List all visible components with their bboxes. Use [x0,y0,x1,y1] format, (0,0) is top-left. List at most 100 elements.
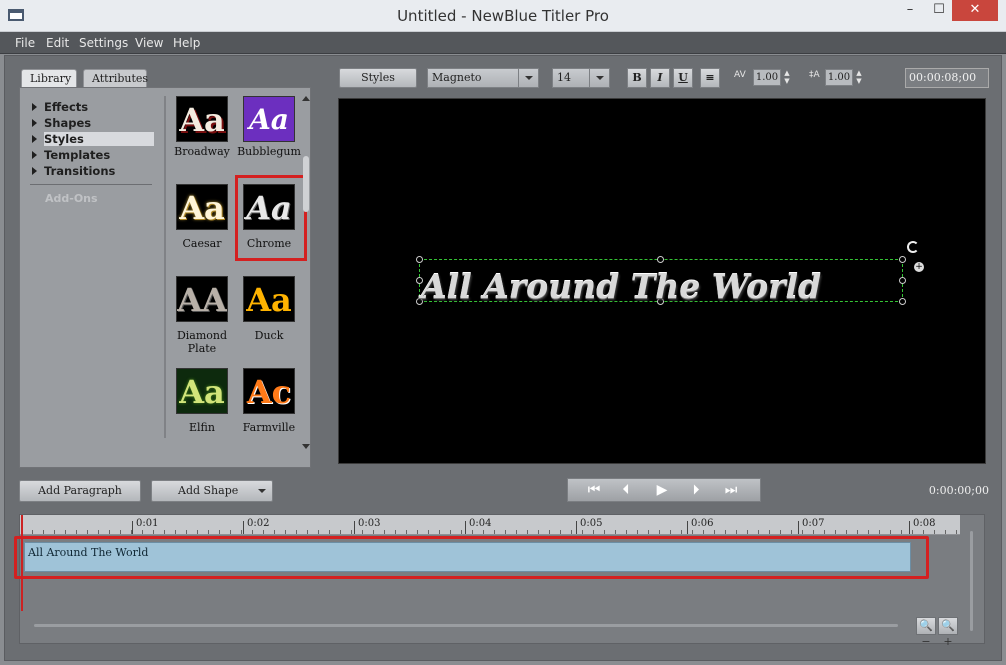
scroll-thumb[interactable] [303,156,309,212]
maximize-button[interactable]: ☐ [926,0,952,21]
timeline-hscrollbar[interactable] [34,624,898,627]
ruler-minor-tick [186,530,187,534]
font-dropdown[interactable]: Magneto [427,68,539,88]
ruler-minor-tick [835,530,836,534]
menu-settings[interactable]: Settings [79,36,128,50]
ruler-minor-tick [593,530,594,534]
ruler-minor-tick [406,530,407,534]
menu-file[interactable]: File [15,36,35,50]
tab-library[interactable]: Library [21,69,77,88]
menu-edit[interactable]: Edit [46,36,69,50]
font-size-dropdown[interactable]: 14 [552,68,610,88]
style-label-duck: Duck [254,329,284,342]
chevron-down-icon[interactable] [518,69,538,87]
ruler-minor-tick [516,530,517,534]
resize-handle[interactable] [899,256,906,263]
tree-item-styles[interactable]: Styles [30,132,160,148]
resize-handle[interactable] [416,256,423,263]
addons-label: Add-Ons [45,192,98,205]
library-scrollbar[interactable] [302,96,310,452]
ruler-minor-tick [362,530,363,534]
ruler-minor-tick [725,530,726,534]
leading-icon: ‡A [809,70,820,80]
move-icon[interactable]: + [914,262,924,272]
timeline-vscrollbar[interactable] [970,531,973,631]
ruler-minor-tick [802,530,803,534]
close-button[interactable]: ✕ [952,0,998,21]
preview-title-text[interactable]: All Around The World [421,267,901,306]
style-thumb-caesar[interactable]: Aa [176,184,228,230]
underline-button[interactable]: U [673,68,693,88]
ruler-tick-label: 0:03 [358,518,381,529]
style-thumb-duck[interactable]: Aa [243,276,295,322]
font-value: Magneto [432,71,482,84]
ruler-tick [798,521,799,534]
play-icon[interactable]: ▶ [650,481,674,499]
scroll-down-icon[interactable] [302,444,310,449]
ruler-minor-tick [428,530,429,534]
style-thumb-bubblegum[interactable]: Aa [243,96,295,142]
scroll-up-icon[interactable] [302,96,310,101]
skip-to-start-icon[interactable]: ⏮ [580,481,608,499]
ruler-minor-tick [879,530,880,534]
ruler-minor-tick [813,530,814,534]
align-button[interactable]: ≡ [700,68,720,88]
ruler-tick [909,521,910,534]
ruler-minor-tick [142,530,143,534]
menu-view[interactable]: View [135,36,163,50]
ruler-tick-label: 0:02 [247,518,270,529]
ruler-tick-label: 0:06 [691,518,714,529]
menu-help[interactable]: Help [173,36,200,50]
ruler-minor-tick [87,530,88,534]
style-label-broadway: Broadway [174,145,230,158]
tracking-spinner[interactable]: ▲ ▼ [783,69,791,86]
italic-button[interactable]: I [650,68,670,88]
ruler-minor-tick [461,530,462,534]
tree-item-shapes[interactable]: Shapes [30,116,160,132]
zoom-out-icon[interactable]: 🔍− [916,617,936,648]
add-paragraph-button[interactable]: Add Paragraph [19,480,141,502]
ruler-minor-tick [659,530,660,534]
tracking-field[interactable]: 1.00 [753,69,781,86]
ruler-minor-tick [945,530,946,534]
ruler-minor-tick [615,530,616,534]
timeline-ruler[interactable]: 0:01 0:02 0:03 0:04 0:05 0:06 0:07 0:08 [20,515,960,535]
tree-item-effects[interactable]: Effects [30,100,160,116]
tree-item-templates[interactable]: Templates [30,148,160,164]
zoom-in-icon[interactable]: 🔍+ [938,617,958,648]
ruler-minor-tick [175,530,176,534]
chevron-down-icon[interactable] [589,69,609,87]
style-thumb-diamond-plate[interactable]: AA [176,276,228,322]
styles-button[interactable]: Styles [339,68,417,88]
expand-arrow-icon [32,151,37,159]
step-forward-icon[interactable]: ⏵ [684,481,708,499]
ruler-minor-tick [450,530,451,534]
ruler-minor-tick [505,530,506,534]
preview-canvas[interactable]: All Around The World + [338,98,986,464]
tree-divider [30,184,152,185]
style-thumb-elfin[interactable]: Aa [176,368,228,414]
style-thumb-farmville[interactable]: Ac [243,368,295,414]
leading-spinner[interactable]: ▲ ▼ [855,69,863,86]
bold-button[interactable]: B [627,68,647,88]
chevron-down-icon[interactable] [258,489,266,493]
tree-item-transitions[interactable]: Transitions [30,164,160,180]
ruler-minor-tick [912,530,913,534]
expand-arrow-icon [32,119,37,127]
resize-handle[interactable] [657,256,664,263]
tab-attributes[interactable]: Attributes [83,69,148,88]
ruler-minor-tick [549,530,550,534]
leading-field[interactable]: 1.00 [825,69,853,86]
minimize-button[interactable]: – [896,0,924,21]
ruler-minor-tick [120,530,121,534]
panel-splitter[interactable] [164,96,166,438]
style-thumb-broadway[interactable]: Aa [176,96,228,142]
playhead[interactable] [21,515,23,611]
rotate-icon[interactable] [907,241,919,253]
step-back-icon[interactable]: ⏴ [614,481,638,499]
add-shape-button[interactable]: Add Shape [151,480,273,502]
duration-field[interactable]: 00:00:08;00 [905,68,989,88]
style-label-elfin: Elfin [189,421,215,434]
skip-to-end-icon[interactable]: ⏭ [716,481,746,499]
ruler-minor-tick [98,530,99,534]
